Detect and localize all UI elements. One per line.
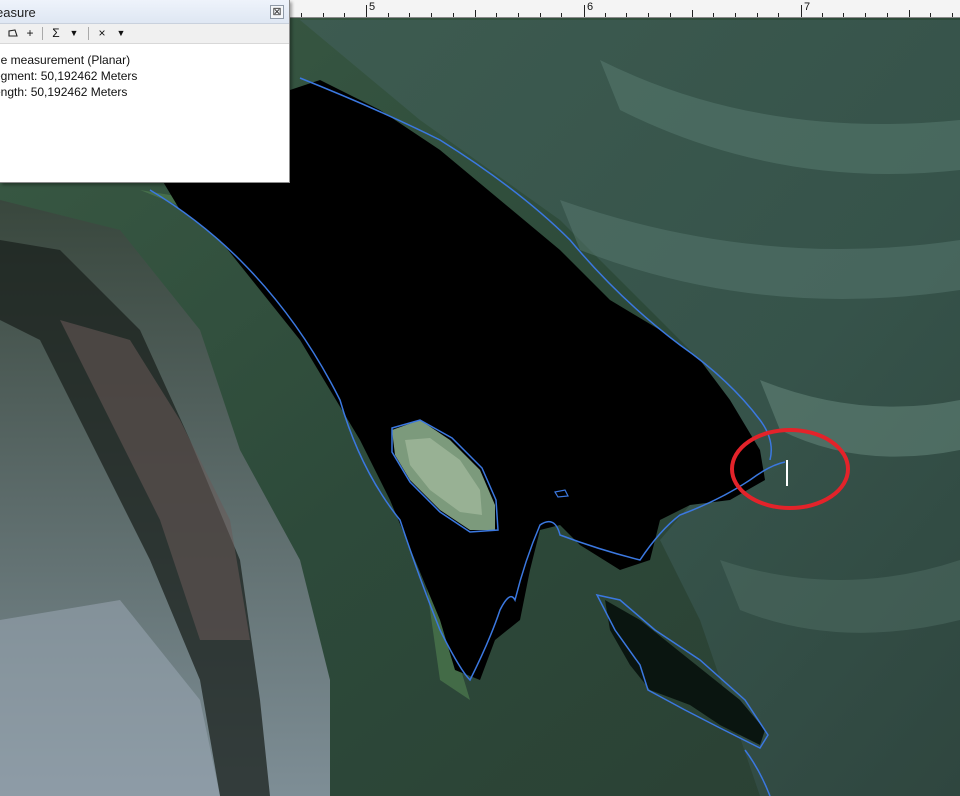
measurement-results: ne measurement (Planar) egment: 50,19246… <box>0 52 289 100</box>
ruler-major-tick <box>584 5 585 17</box>
ruler-minor-tick <box>626 13 627 17</box>
ruler-minor-tick <box>496 13 497 17</box>
measure-line-icon <box>0 26 5 40</box>
ruler-minor-tick <box>843 13 844 17</box>
close-icon: ⊠ <box>272 6 282 18</box>
measure-window: easure ⊠ + Σ ▼ × ▼ ne measurement (Plana… <box>0 0 290 183</box>
close-button[interactable]: ⊠ <box>270 5 284 19</box>
measure-toolbar: + Σ ▼ × ▼ <box>0 24 289 44</box>
clear-icon: × <box>98 26 106 40</box>
ruler-minor-tick <box>930 13 931 17</box>
ruler-minor-tick <box>409 13 410 17</box>
units-dropdown[interactable]: ▼ <box>68 26 80 41</box>
ruler-label: 6 <box>587 1 594 13</box>
ruler-minor-tick <box>518 13 519 17</box>
measure-feature-button[interactable]: + <box>24 26 36 41</box>
ruler-minor-tick <box>475 10 476 17</box>
sum-button[interactable]: Σ <box>50 26 62 41</box>
ruler-minor-tick <box>952 13 953 17</box>
total-length: ength: 50,192462 Meters <box>0 85 128 99</box>
ruler-minor-tick <box>778 13 779 17</box>
ruler-minor-tick <box>713 13 714 17</box>
ruler-minor-tick <box>909 10 910 17</box>
ruler-minor-tick <box>605 13 606 17</box>
chevron-down-icon: ▼ <box>116 28 126 38</box>
options-dropdown[interactable]: ▼ <box>115 26 127 41</box>
ruler-minor-tick <box>757 13 758 17</box>
ruler-minor-tick <box>692 10 693 17</box>
ruler-minor-tick <box>323 13 324 17</box>
ruler-minor-tick <box>431 13 432 17</box>
segment-length: egment: 50,192462 Meters <box>0 69 138 83</box>
ruler-minor-tick <box>887 13 888 17</box>
ruler-minor-tick <box>453 13 454 17</box>
ruler-label: 5 <box>369 1 376 13</box>
toolbar-separator <box>42 27 43 40</box>
chevron-down-icon: ▼ <box>69 28 79 38</box>
ruler-minor-tick <box>301 13 302 17</box>
measure-feature-icon: + <box>26 26 34 40</box>
toolbar-separator <box>88 27 89 40</box>
horizontal-ruler: 5 6 7 <box>290 0 960 18</box>
window-title-bar[interactable]: easure ⊠ <box>0 0 289 24</box>
ruler-minor-tick <box>540 13 541 17</box>
ruler-major-tick <box>366 5 367 17</box>
ruler-minor-tick <box>561 13 562 17</box>
ruler-minor-tick <box>648 13 649 17</box>
ruler-minor-tick <box>388 13 389 17</box>
ruler-minor-tick <box>822 13 823 17</box>
ruler-minor-tick <box>670 13 671 17</box>
measurement-type: ne measurement (Planar) <box>0 53 131 67</box>
ruler-label: 7 <box>804 1 811 13</box>
ruler-minor-tick <box>865 13 866 17</box>
measure-area-icon <box>8 29 18 37</box>
ruler-major-tick <box>801 5 802 17</box>
sum-icon: Σ <box>52 26 60 40</box>
measure-area-button[interactable] <box>7 26 19 41</box>
measure-line-button[interactable] <box>0 26 5 41</box>
ruler-minor-tick <box>344 13 345 17</box>
clear-button[interactable]: × <box>96 26 108 41</box>
window-title: easure <box>0 5 36 20</box>
ruler-minor-tick <box>735 13 736 17</box>
